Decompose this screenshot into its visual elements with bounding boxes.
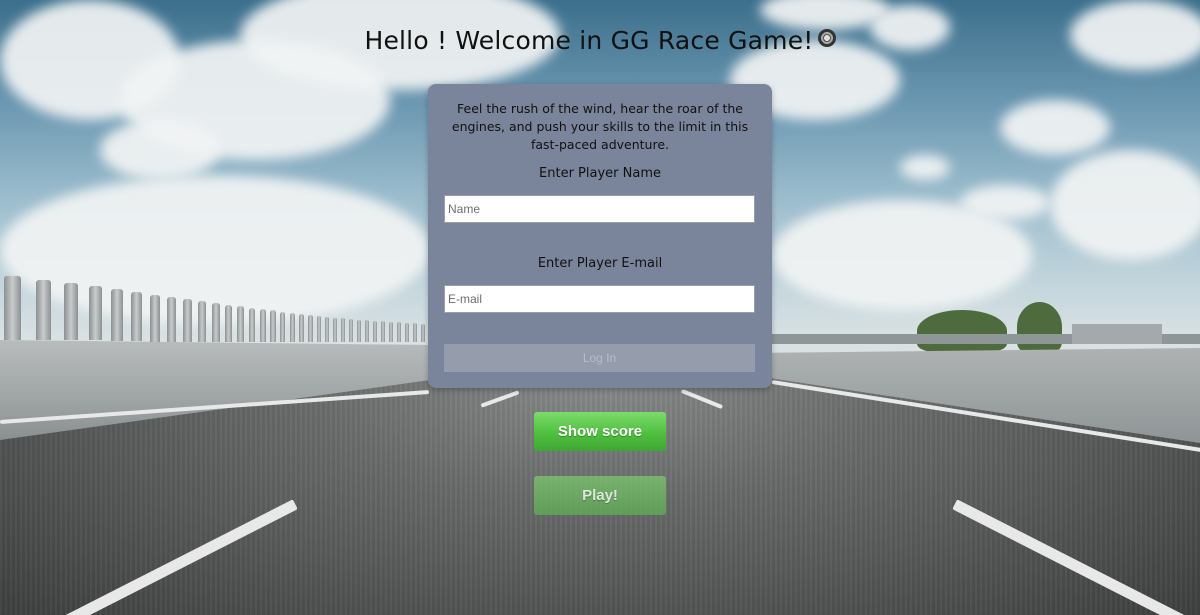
horizon-scenery [772,300,1200,352]
email-label: Enter Player E-mail [537,256,663,271]
play-button[interactable]: Play! [534,476,666,515]
email-input[interactable] [444,285,755,313]
name-input[interactable] [444,195,755,223]
name-label: Enter Player Name [539,166,661,181]
page-title: Hello ! Welcome in GG Race Game! [340,26,860,55]
wheel-icon [817,29,836,47]
title-text: Hello ! Welcome in GG Race Game! [364,26,814,55]
show-score-button[interactable]: Show score [534,412,666,451]
login-panel: Feel the rush of the wind, hear the roar… [428,84,772,388]
intro-text: Feel the rush of the wind, hear the roar… [451,101,749,152]
login-button[interactable]: Log In [444,344,755,372]
game-start-screen: Hello ! Welcome in GG Race Game! Feel th… [0,0,1200,615]
